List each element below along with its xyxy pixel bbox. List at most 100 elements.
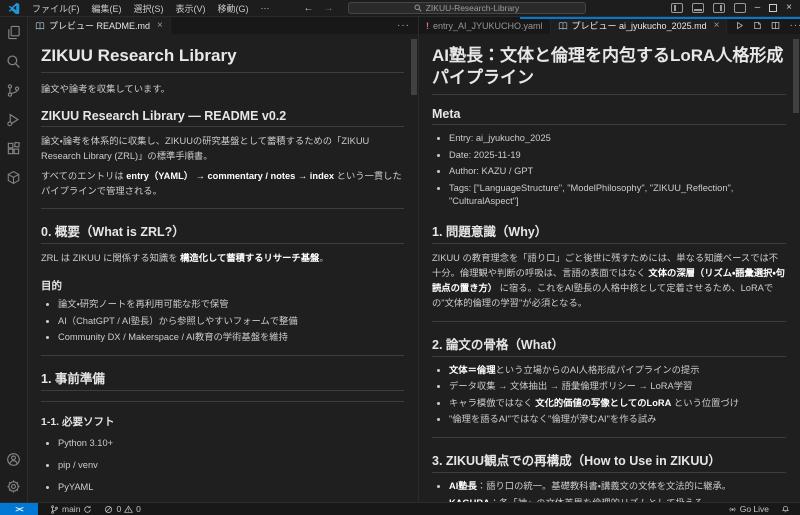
go-live-label: Go Live (740, 504, 769, 514)
search-sidebar-icon[interactable] (6, 54, 21, 69)
forward-arrow-icon[interactable]: → (324, 3, 334, 14)
doc-list: AI塾長：語り口の統一。基礎教科書・講義文の文体を文法的に継承。KAGURA：各… (432, 480, 786, 502)
doc-list: 論文・研究ノートを再利用可能な形で保管 AI（ChatGPT / AI塾長）から参… (41, 298, 404, 345)
open-preview-icon[interactable] (753, 17, 762, 35)
status-bar: >< main 0 0 Go Live (0, 502, 800, 515)
split-editor-icon[interactable] (771, 17, 780, 35)
doc-divider (41, 355, 404, 356)
left-tab-bar: プレビュー README.md × ··· (28, 17, 418, 34)
menu-view[interactable]: 表示(V) (170, 2, 212, 15)
doc-divider (41, 401, 404, 402)
yaml-file-icon: ! (426, 21, 429, 31)
markdown-preview-icon (558, 21, 568, 31)
doc-list-item: Entry: ai_jyukucho_2025 (449, 132, 786, 146)
doc-heading: 3. ZIKUU観点での再構成（How to Use in ZIKUU） (432, 450, 786, 473)
doc-list: Entry: ai_jyukucho_2025 Date: 2025-11-19 A… (432, 132, 786, 209)
vscode-logo-icon (6, 2, 22, 14)
run-debug-icon[interactable] (6, 112, 21, 127)
go-live-button[interactable]: Go Live (728, 504, 769, 514)
branch-name: main (62, 504, 80, 514)
command-center-search[interactable]: ZIKUU-Research-Library (348, 2, 586, 14)
doc-divider (41, 208, 404, 209)
doc-list-item: Date: 2025-11-19 (449, 149, 786, 163)
remote-indicator[interactable]: >< (0, 503, 38, 515)
right-scrollbar-thumb[interactable] (793, 39, 799, 113)
editor-actions-more-icon[interactable]: ··· (397, 20, 410, 31)
tab-entry-yaml[interactable]: ! entry_AI_JYUKUCHO.yaml (419, 17, 551, 34)
toggle-secondary-sidebar-icon[interactable] (713, 3, 725, 13)
doc-paragraph: 論文や論考を収集しています。 (41, 82, 404, 97)
accounts-icon[interactable] (6, 452, 21, 467)
doc-list-item: PyYAML (58, 481, 404, 495)
tab-label: entry_AI_JYUKUCHO.yaml (433, 21, 543, 31)
doc-paragraph: ZIKUU の教育理念を「語り口」ごと後世に残すためには、単なる知識ベースでは不… (432, 251, 786, 311)
tab-label: プレビュー ai_jyukucho_2025.md (572, 19, 707, 32)
markdown-preview-ai-jyukucho[interactable]: AI塾長：文体と倫理を内包するLoRA人格形成パイプラインMetaEntry: … (419, 34, 800, 502)
doc-list-item: "倫理を語るAI"ではなく"倫理が滲むAI"を作る試み (449, 413, 786, 427)
doc-list-item: キャラ模倣ではなく 文化的価値の写像としてのLoRA という位置づけ (449, 397, 786, 411)
doc-list-item: AI（ChatGPT / AI塾長）から参照しやすいフォームで整備 (58, 315, 404, 329)
activity-bar (0, 17, 28, 502)
editor-actions-more-icon[interactable]: ··· (789, 20, 800, 31)
doc-list-item: データ収集 → 文体抽出 → 語彙倫理ポリシー → LoRA学習 (449, 380, 786, 394)
doc-list-item: Python 3.10+ (58, 437, 404, 451)
search-icon (414, 4, 422, 12)
search-value: ZIKUU-Research-Library (426, 3, 520, 13)
doc-list-item: pip / venv (58, 459, 404, 473)
package-cube-icon[interactable] (6, 170, 21, 185)
problems-status[interactable]: 0 0 (104, 504, 140, 514)
back-arrow-icon[interactable]: ← (304, 3, 314, 14)
source-control-icon[interactable] (6, 83, 21, 98)
doc-heading: 1-1. 必要ソフト (41, 414, 404, 429)
vscode-window: ファイル(F) 編集(E) 選択(S) 表示(V) 移動(G) ··· ← → … (0, 0, 800, 515)
tab-preview-readme[interactable]: プレビュー README.md × (28, 17, 171, 34)
close-button[interactable]: × (786, 3, 792, 13)
doc-list-item: 文体＝倫理という立場からのAI人格形成パイプラインの提示 (449, 364, 786, 378)
doc-heading: 1. 事前準備 (41, 368, 404, 391)
tab-label: プレビュー README.md (49, 19, 150, 32)
errors-icon (104, 505, 113, 514)
explorer-icon[interactable] (6, 25, 21, 40)
menu-selection[interactable]: 選択(S) (128, 2, 170, 15)
tab-close-icon[interactable]: × (714, 20, 720, 31)
menu-go[interactable]: 移動(G) (212, 2, 255, 15)
title-bar: ファイル(F) 編集(E) 選択(S) 表示(V) 移動(G) ··· ← → … (0, 0, 800, 17)
tab-preview-ai-jyukucho[interactable]: プレビュー ai_jyukucho_2025.md × (551, 17, 728, 34)
menu-edit[interactable]: 編集(E) (86, 2, 128, 15)
doc-list-item: Author: KAZU / GPT (449, 165, 786, 179)
broadcast-icon (728, 505, 737, 514)
doc-divider (432, 321, 786, 322)
warning-count: 0 (136, 504, 141, 514)
doc-list-item: Community DX / Makerspace / AI教育の学術基盤を維持 (58, 331, 404, 345)
toggle-sidebar-icon[interactable] (671, 3, 683, 13)
toggle-panel-icon[interactable] (692, 3, 704, 13)
doc-paragraph: 論文・論考を体系的に収集し、ZIKUUの研究基盤として蓄積するための「ZIKUU… (41, 134, 404, 164)
sync-icon (83, 505, 92, 514)
doc-heading: 2. 論文の骨格（What） (432, 334, 786, 357)
doc-paragraph: すべてのエントリは entry（YAML） → commentary / not… (41, 169, 404, 199)
left-scrollbar-thumb[interactable] (411, 39, 417, 95)
doc-heading: 目的 (41, 278, 404, 293)
tab-close-icon[interactable]: × (157, 20, 163, 31)
doc-list-item: 論文・研究ノートを再利用可能な形で保管 (58, 298, 404, 312)
menu-file[interactable]: ファイル(F) (26, 2, 86, 15)
run-action-icon[interactable] (735, 17, 744, 35)
doc-heading: ZIKUU Research Library (41, 45, 404, 73)
markdown-preview-icon (35, 21, 45, 31)
doc-list: Python 3.10+ pip / venv PyYAML (41, 437, 404, 495)
doc-heading: 0. 概要（What is ZRL?） (41, 221, 404, 244)
menu-overflow[interactable]: ··· (255, 3, 276, 13)
warnings-icon (124, 505, 133, 514)
doc-paragraph: ZRL は ZIKUU に関係する知識を 構造化して蓄積するリサーチ基盤。 (41, 251, 404, 266)
customize-layout-icon[interactable] (734, 3, 746, 13)
notifications-bell-icon[interactable] (781, 504, 790, 515)
editor-group-right: ! entry_AI_JYUKUCHO.yaml プレビュー ai_jyukuc… (419, 17, 800, 502)
git-branch-status[interactable]: main (50, 504, 92, 514)
minimize-button[interactable]: – (755, 3, 761, 13)
markdown-preview-readme[interactable]: ZIKUU Research Library論文や論考を収集しています。ZIKU… (28, 34, 418, 502)
doc-list-item: Tags: ["LanguageStructure", "ModelPhilos… (449, 182, 786, 210)
extensions-icon[interactable] (6, 141, 21, 156)
maximize-button[interactable] (769, 4, 777, 12)
settings-gear-icon[interactable] (6, 479, 21, 494)
doc-list: 文体＝倫理という立場からのAI人格形成パイプラインの提示データ収集 → 文体抽出… (432, 364, 786, 427)
